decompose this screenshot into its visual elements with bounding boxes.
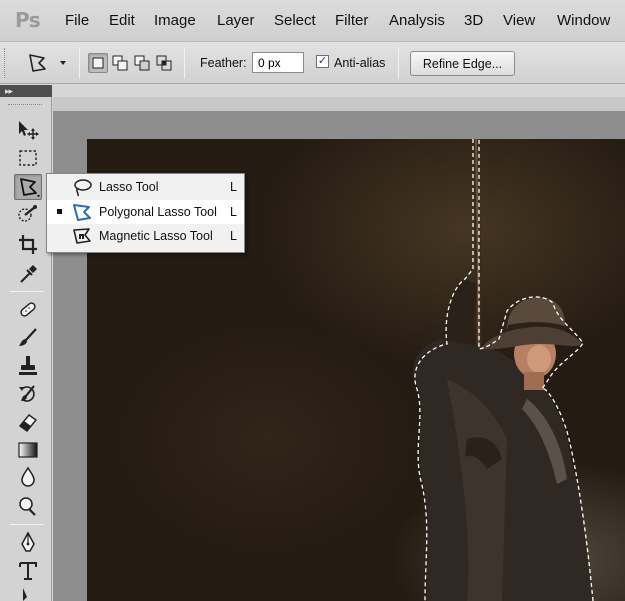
blur-tool-icon bbox=[21, 466, 35, 487]
menu-select[interactable]: Select bbox=[274, 12, 316, 29]
move-tool-icon bbox=[19, 121, 39, 140]
menu-bar: Ps File Edit Image Layer Select Filter A… bbox=[0, 0, 625, 42]
tool-preset-picker[interactable] bbox=[24, 51, 72, 78]
menu-view[interactable]: View bbox=[503, 12, 535, 29]
blur-tool-button[interactable] bbox=[14, 465, 42, 491]
spot-healing-brush-button[interactable] bbox=[14, 297, 42, 323]
subtract-from-selection-icon bbox=[134, 55, 150, 71]
menu-3d[interactable]: 3D bbox=[464, 12, 483, 29]
brush-tool-icon bbox=[19, 328, 37, 346]
add-to-selection-button[interactable] bbox=[110, 53, 130, 73]
refine-edge-button[interactable]: Refine Edge... bbox=[410, 51, 515, 76]
photoshop-logo: Ps bbox=[15, 8, 41, 32]
flyout-item-label: Polygonal Lasso Tool bbox=[99, 205, 217, 219]
selected-bullet bbox=[57, 209, 62, 214]
flyout-item-magnetic-lasso[interactable]: Magnetic Lasso Tool L bbox=[47, 224, 244, 248]
menu-image[interactable]: Image bbox=[154, 12, 196, 29]
man-figure bbox=[413, 279, 592, 601]
flyout-item-lasso[interactable]: Lasso Tool L bbox=[47, 175, 244, 199]
options-bar: Feather: ✓ Anti-alias Refine Edge... bbox=[0, 42, 625, 84]
path-selection-button[interactable] bbox=[14, 585, 42, 601]
type-tool-button[interactable] bbox=[14, 558, 42, 584]
flyout-item-polygonal-lasso[interactable]: Polygonal Lasso Tool L bbox=[47, 200, 244, 224]
anti-alias-label: Anti-alias bbox=[334, 56, 386, 70]
new-selection-icon bbox=[92, 57, 104, 69]
rectangular-marquee-button[interactable] bbox=[14, 145, 42, 171]
new-selection-button[interactable] bbox=[88, 53, 108, 73]
lasso-tool-flyout: Lasso Tool L Polygonal Lasso Tool L Magn… bbox=[46, 173, 245, 253]
path-selection-icon bbox=[23, 588, 27, 601]
gradient-tool-icon bbox=[18, 442, 38, 458]
intersect-selection-button[interactable] bbox=[154, 53, 174, 73]
toolbox-divider bbox=[10, 524, 44, 525]
spot-healing-brush-icon bbox=[20, 302, 36, 317]
crop-tool-icon bbox=[19, 235, 37, 254]
magnetic-lasso-icon bbox=[71, 226, 93, 249]
polygonal-lasso-icon bbox=[71, 202, 93, 225]
dodge-tool-button[interactable] bbox=[14, 493, 42, 519]
document-tab-strip bbox=[53, 97, 625, 111]
menu-file[interactable]: File bbox=[65, 12, 89, 29]
menu-analysis[interactable]: Analysis bbox=[389, 12, 445, 29]
options-divider bbox=[398, 47, 399, 79]
lasso-tool-icon bbox=[20, 178, 40, 198]
collapse-panel-icon[interactable]: ▸▸ bbox=[5, 86, 13, 97]
quick-selection-button[interactable] bbox=[14, 203, 42, 229]
menu-edit[interactable]: Edit bbox=[109, 12, 135, 29]
menu-filter[interactable]: Filter bbox=[335, 12, 368, 29]
flyout-item-shortcut: L bbox=[230, 205, 237, 219]
pen-tool-icon bbox=[21, 531, 35, 552]
anti-alias-checkbox[interactable]: ✓ bbox=[316, 55, 329, 68]
crop-tool-button[interactable] bbox=[14, 232, 42, 258]
move-tool-button[interactable] bbox=[14, 116, 42, 142]
eraser-icon bbox=[18, 414, 38, 432]
type-tool-icon bbox=[19, 562, 37, 580]
gradient-tool-button[interactable] bbox=[14, 437, 42, 463]
brush-tool-button[interactable] bbox=[14, 325, 42, 351]
add-to-selection-icon bbox=[112, 55, 128, 71]
flyout-item-shortcut: L bbox=[230, 229, 237, 243]
eyedropper-button[interactable] bbox=[14, 261, 42, 287]
quick-selection-icon bbox=[18, 205, 37, 222]
intersect-selection-icon bbox=[156, 55, 172, 71]
toolbox-divider bbox=[10, 291, 44, 292]
options-bar-grip[interactable] bbox=[4, 48, 7, 78]
dodge-tool-icon bbox=[19, 497, 36, 516]
polygonal-lasso-preset-icon bbox=[29, 54, 66, 72]
menu-window[interactable]: Window bbox=[557, 12, 610, 29]
rectangular-marquee-icon bbox=[19, 150, 37, 166]
eraser-button[interactable] bbox=[14, 409, 42, 435]
options-divider bbox=[184, 47, 185, 79]
clone-stamp-button[interactable] bbox=[14, 353, 42, 379]
flyout-item-label: Lasso Tool bbox=[99, 180, 159, 194]
feather-label: Feather: bbox=[200, 56, 247, 70]
subtract-from-selection-button[interactable] bbox=[132, 53, 152, 73]
lasso-tool-button[interactable] bbox=[14, 174, 42, 200]
pen-tool-button[interactable] bbox=[14, 530, 42, 556]
menu-layer[interactable]: Layer bbox=[217, 12, 255, 29]
flyout-item-label: Magnetic Lasso Tool bbox=[99, 229, 213, 243]
feather-input[interactable] bbox=[252, 52, 304, 73]
clone-stamp-icon bbox=[19, 356, 37, 375]
lasso-icon bbox=[71, 177, 93, 200]
eyedropper-icon bbox=[20, 265, 37, 283]
history-brush-icon bbox=[19, 385, 35, 402]
flyout-item-shortcut: L bbox=[230, 180, 237, 194]
history-brush-button[interactable] bbox=[14, 381, 42, 407]
options-divider bbox=[79, 47, 80, 79]
toolbox-grip[interactable] bbox=[8, 104, 42, 107]
